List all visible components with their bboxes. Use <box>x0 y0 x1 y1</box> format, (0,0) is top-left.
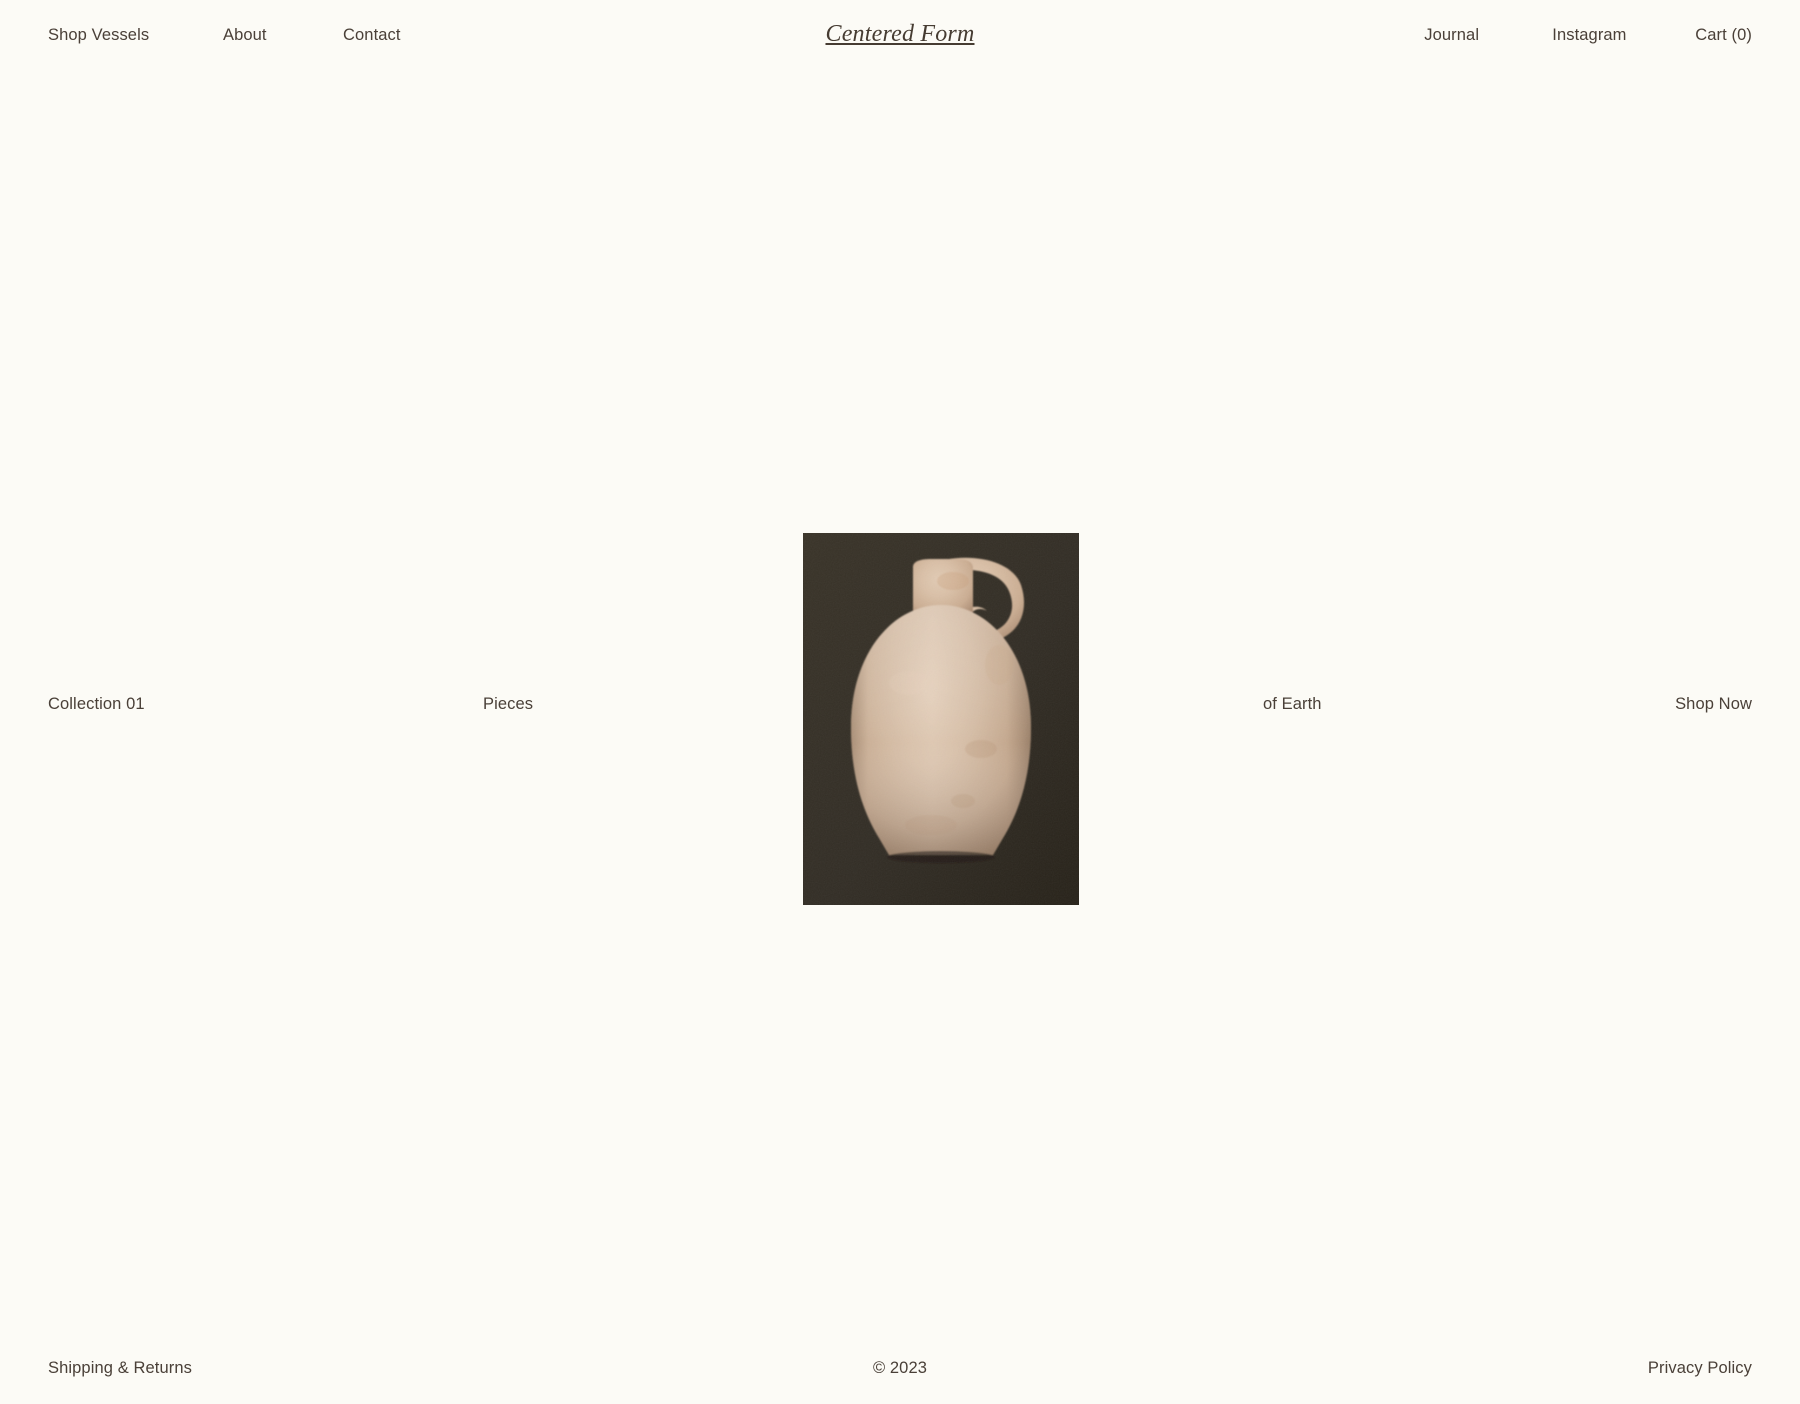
hero-shop-now[interactable]: Shop Now <box>1675 692 1752 716</box>
nav-journal[interactable]: Journal <box>1424 24 1552 46</box>
hero-vessel-image <box>803 533 1079 905</box>
nav-cart[interactable]: Cart (0) <box>1695 24 1752 46</box>
footer-privacy-policy[interactable]: Privacy Policy <box>1648 1356 1752 1380</box>
hero-collection: Collection 01 <box>48 695 145 713</box>
site-header: Shop Vessels About Contact Centered Form… <box>0 0 1800 72</box>
footer-copyright: © 2023 <box>872 1359 928 1377</box>
ceramic-jug-illustration <box>803 533 1079 905</box>
hero-of-earth: of Earth <box>1263 695 1322 713</box>
hero-pieces: Pieces <box>483 695 534 713</box>
primary-nav-right: Journal Instagram Cart (0) <box>1424 24 1752 46</box>
hero-text-row: Collection 01 Pieces of Earth Shop Now <box>0 692 1800 716</box>
grain-overlay <box>803 533 1079 905</box>
nav-instagram[interactable]: Instagram <box>1552 24 1695 46</box>
site-footer: Shipping & Returns © 2023 Privacy Policy <box>0 1332 1800 1404</box>
page-root: Shop Vessels About Contact Centered Form… <box>0 0 1800 1404</box>
